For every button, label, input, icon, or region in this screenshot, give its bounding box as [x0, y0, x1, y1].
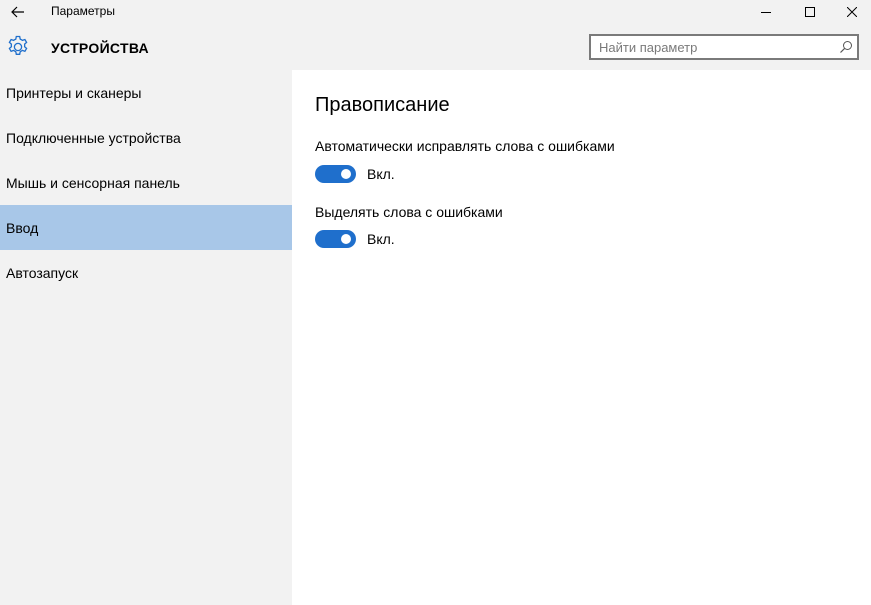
sidebar-item-label: Автозапуск: [6, 264, 79, 281]
main-content: Правописание Автоматически исправлять сл…: [292, 70, 871, 605]
toggle-knob: [341, 234, 351, 244]
sidebar-item-mouse[interactable]: Мышь и сенсорная панель: [0, 160, 292, 205]
search-box[interactable]: [589, 34, 859, 60]
sidebar-item-label: Мышь и сенсорная панель: [6, 174, 180, 191]
toggle-knob: [341, 169, 351, 179]
gear-icon: [8, 35, 28, 55]
autocorrect-label: Автоматически исправлять слова с ошибкам…: [315, 138, 615, 154]
back-arrow-icon: [11, 6, 24, 18]
highlight-misspelled-label: Выделять слова с ошибками: [315, 204, 503, 220]
sidebar-item-label: Принтеры и сканеры: [6, 84, 142, 101]
search-icon[interactable]: [839, 40, 853, 54]
maximize-button[interactable]: [787, 0, 833, 24]
autocorrect-toggle[interactable]: [315, 165, 356, 183]
sidebar-item-label: Подключенные устройства: [6, 129, 181, 146]
title-bar: Параметры: [0, 0, 871, 24]
section-title: УСТРОЙСТВА: [51, 40, 149, 56]
maximize-icon: [805, 7, 815, 17]
sidebar-item-typing[interactable]: Ввод: [0, 205, 292, 250]
minimize-button[interactable]: [743, 0, 789, 24]
header: УСТРОЙСТВА: [0, 24, 871, 70]
sidebar-item-connected-devices[interactable]: Подключенные устройства: [0, 115, 292, 160]
minimize-icon: [761, 12, 771, 13]
page-title: Правописание: [315, 94, 450, 116]
sidebar-item-printers[interactable]: Принтеры и сканеры: [0, 70, 292, 115]
close-button[interactable]: [829, 0, 871, 24]
back-button[interactable]: [0, 0, 36, 24]
search-input[interactable]: [591, 36, 831, 58]
highlight-misspelled-toggle[interactable]: [315, 230, 356, 248]
sidebar-item-autoplay[interactable]: Автозапуск: [0, 250, 292, 295]
app-title: Параметры: [51, 4, 115, 18]
sidebar: Принтеры и сканеры Подключенные устройст…: [0, 70, 292, 605]
close-icon: [847, 7, 857, 17]
sidebar-item-label: Ввод: [6, 219, 39, 236]
highlight-misspelled-state: Вкл.: [367, 231, 395, 247]
autocorrect-state: Вкл.: [367, 166, 395, 182]
